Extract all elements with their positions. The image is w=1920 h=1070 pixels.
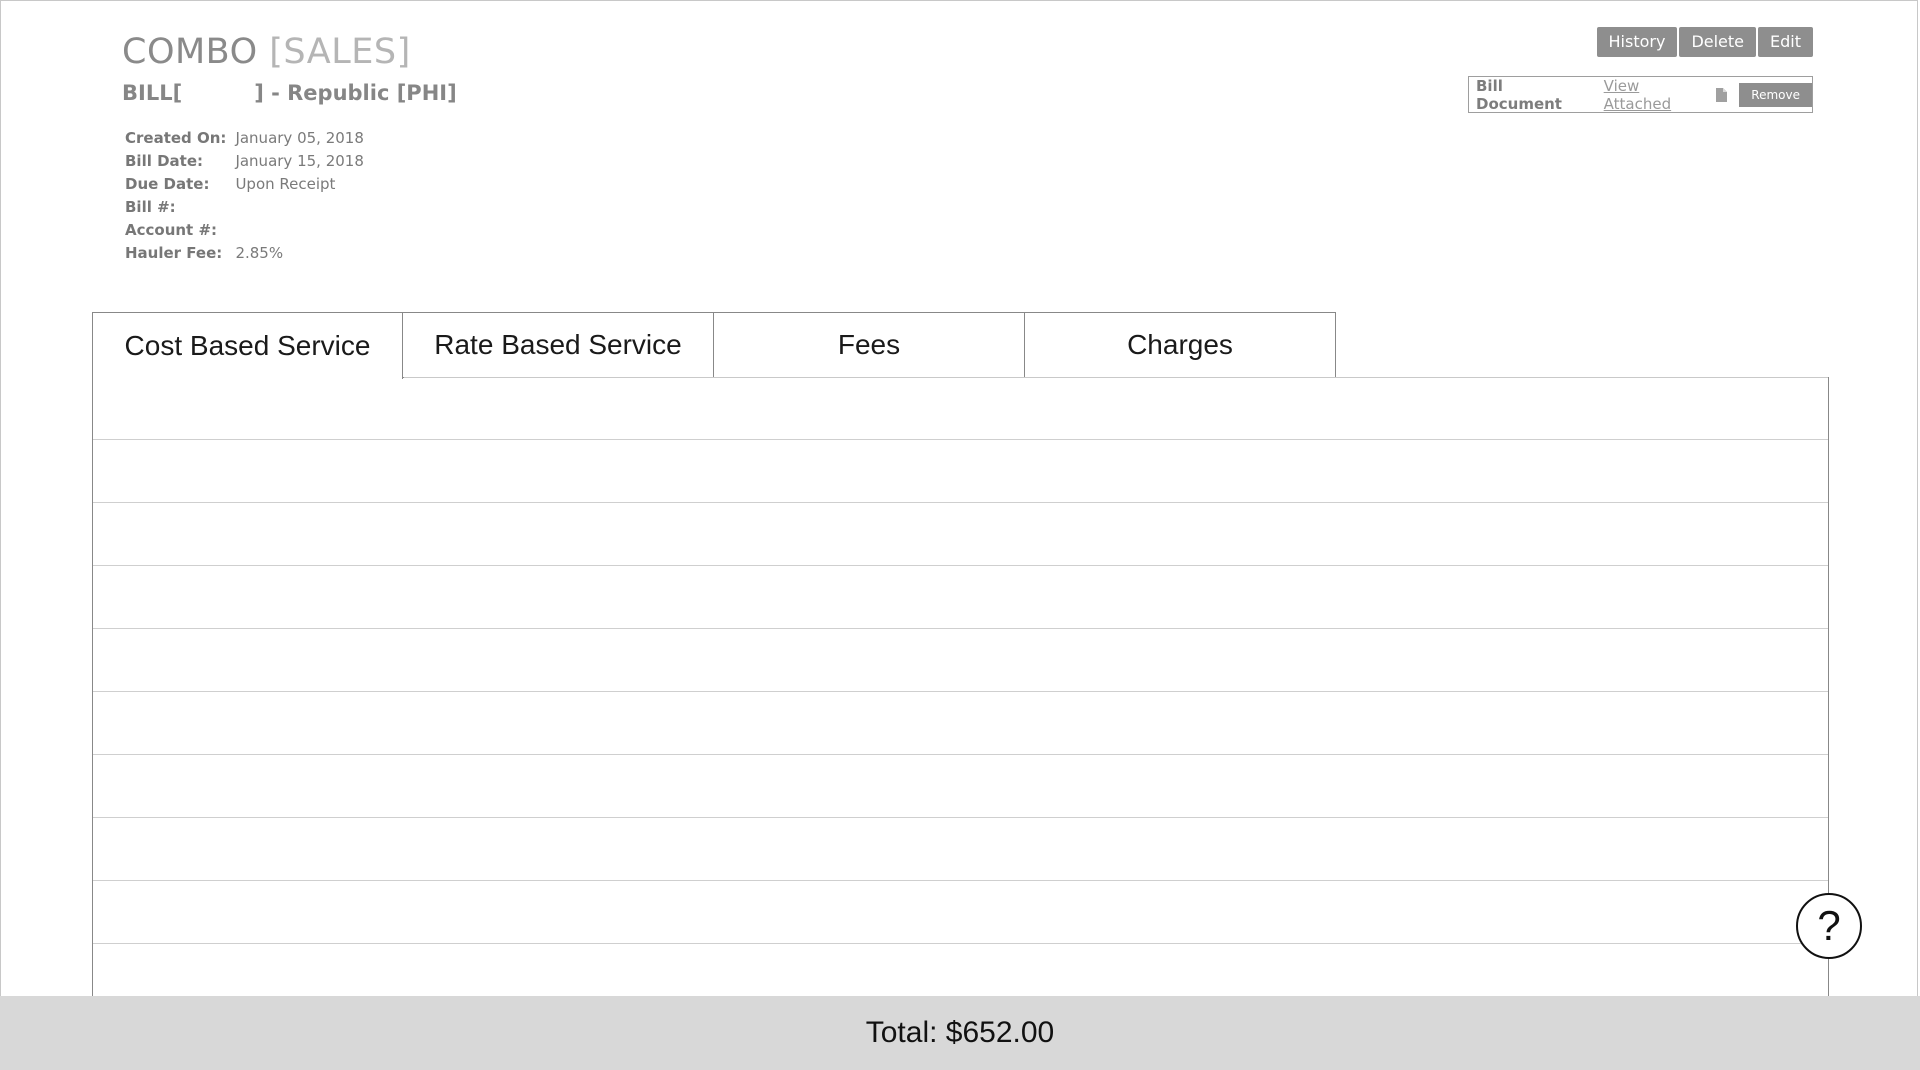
bill-header: COMBO [SALES] BILL[ ] - Republic [PHI] Cr… — [122, 30, 457, 264]
total-amount: Total: $652.00 — [865, 1016, 1055, 1049]
table-row — [93, 818, 1828, 881]
detail-label: Account #: — [125, 220, 218, 239]
delete-button[interactable]: Delete — [1679, 27, 1757, 57]
title-main: COMBO — [122, 32, 258, 72]
bill-document-label: Bill Document — [1476, 76, 1562, 113]
bill-document-box: Bill Document View Attached Remove — [1468, 76, 1813, 113]
page-title: COMBO [SALES] — [122, 30, 457, 74]
table-row — [93, 440, 1828, 503]
detail-value — [235, 218, 363, 241]
service-tabs: Cost Based Service Rate Based Service Fe… — [92, 312, 1336, 379]
action-buttons: History Delete Edit — [1596, 27, 1813, 57]
detail-label: Hauler Fee: — [125, 243, 223, 262]
detail-row-account-number: Account #: — [125, 218, 364, 241]
detail-value — [235, 195, 363, 218]
table-row — [93, 503, 1828, 566]
detail-row-bill-date: Bill Date: January 15, 2018 — [125, 149, 364, 172]
title-category: [SALES] — [269, 32, 411, 72]
bill-subtitle: BILL[ ] - Republic [PHI] — [122, 80, 457, 106]
tab-fees[interactable]: Fees — [714, 312, 1025, 378]
remove-document-button[interactable]: Remove — [1739, 82, 1812, 107]
table-row — [93, 566, 1828, 629]
edit-button[interactable]: Edit — [1758, 27, 1813, 57]
detail-label: Created On: — [125, 128, 227, 147]
table-row — [93, 755, 1828, 818]
bill-vendor: ] - Republic [PHI] — [254, 81, 457, 105]
view-attached-link[interactable]: View Attached — [1604, 77, 1710, 113]
bill-prefix: BILL[ — [122, 81, 183, 105]
detail-row-created: Created On: January 05, 2018 — [125, 126, 364, 149]
tab-charges[interactable]: Charges — [1025, 312, 1336, 378]
history-button[interactable]: History — [1596, 27, 1678, 57]
document-icon[interactable] — [1716, 87, 1728, 102]
table-row — [93, 881, 1828, 944]
detail-row-due-date: Due Date: Upon Receipt — [125, 172, 364, 195]
tab-cost-based-service[interactable]: Cost Based Service — [92, 312, 403, 379]
help-icon[interactable]: ? — [1796, 893, 1862, 959]
detail-label: Due Date: — [125, 174, 210, 193]
table-row — [93, 629, 1828, 692]
detail-row-hauler-fee: Hauler Fee: 2.85% — [125, 241, 364, 264]
detail-label: Bill Date: — [125, 151, 203, 170]
table-row — [93, 692, 1828, 755]
detail-value: Upon Receipt — [235, 174, 336, 193]
detail-value: January 15, 2018 — [235, 151, 364, 170]
detail-value: January 05, 2018 — [235, 128, 364, 147]
detail-row-bill-number: Bill #: — [125, 195, 364, 218]
detail-label: Bill #: — [125, 197, 176, 216]
total-footer: Total: $652.00 — [0, 996, 1920, 1070]
detail-value: 2.85% — [235, 243, 284, 262]
line-items-table — [92, 377, 1829, 996]
table-row — [93, 377, 1828, 440]
bill-details: Created On: January 05, 2018 Bill Date: … — [125, 126, 364, 264]
tab-rate-based-service[interactable]: Rate Based Service — [403, 312, 714, 378]
